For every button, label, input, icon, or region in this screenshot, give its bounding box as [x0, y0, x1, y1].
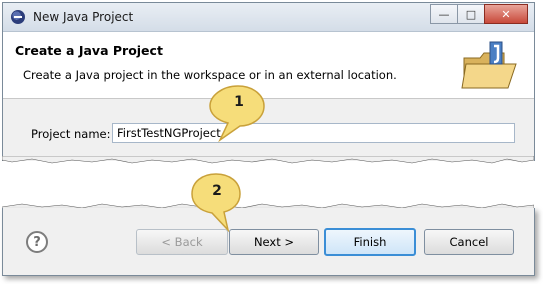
project-name-label: Project name:	[31, 127, 111, 141]
finish-button[interactable]: Finish	[324, 228, 416, 256]
callout-1	[209, 85, 265, 143]
window-controls: — □ ✕	[430, 4, 528, 24]
minimize-button[interactable]: —	[430, 4, 458, 24]
banner-description: Create a Java project in the workspace o…	[23, 68, 397, 82]
window-title: New Java Project	[33, 10, 134, 24]
project-name-input[interactable]: FirstTestNGProject	[112, 123, 515, 143]
callout-1-number: 1	[234, 94, 244, 110]
callout-2	[191, 173, 241, 233]
torn-edge-top	[2, 156, 534, 164]
cancel-button[interactable]: Cancel	[424, 229, 514, 255]
dialog-button-bar: ? < Back Next > Finish Cancel	[2, 208, 535, 276]
maximize-button[interactable]: □	[457, 4, 485, 24]
callout-2-number: 2	[212, 183, 222, 199]
banner-title: Create a Java Project	[15, 43, 163, 58]
close-button[interactable]: ✕	[484, 4, 528, 24]
eclipse-icon	[11, 10, 25, 24]
help-icon[interactable]: ?	[26, 231, 48, 253]
title-bar: New Java Project — □ ✕	[3, 3, 534, 32]
java-project-folder-icon	[461, 41, 517, 89]
